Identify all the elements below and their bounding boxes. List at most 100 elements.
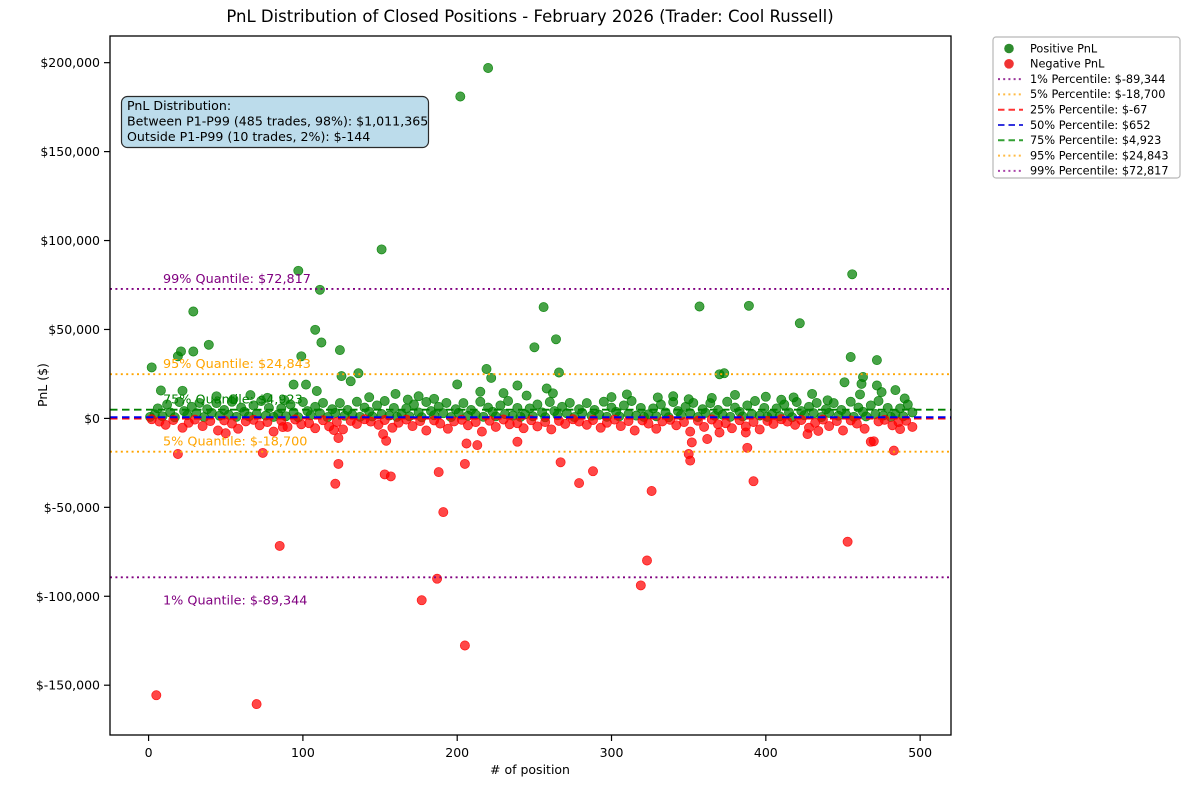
scatter-point: [865, 436, 876, 447]
scatter-point: [503, 396, 514, 406]
y-axis-label: PnL ($): [35, 363, 50, 407]
scatter-point: [512, 402, 523, 413]
legend: Positive PnL Negative PnL 1% Percentile: $…: [992, 36, 1181, 179]
scatter-point: [748, 476, 759, 487]
scatter-point: [288, 379, 299, 390]
legend-item-label: 50% Percentile: $652: [1030, 119, 1151, 132]
scatter-point: [722, 396, 733, 407]
scatter-point: [388, 402, 399, 413]
scatter-point: [705, 398, 716, 409]
scatter-point: [472, 440, 483, 451]
scatter-point: [333, 458, 344, 469]
scatter-point: [581, 398, 592, 409]
legend-item-label: 5% Percentile: $-18,700: [1030, 88, 1165, 101]
scatter-point: [151, 690, 162, 701]
x-axis-label: # of position: [490, 762, 570, 777]
scatter-point: [203, 339, 214, 350]
scatter-point: [441, 397, 452, 408]
scatter-point: [699, 421, 710, 432]
scatter-point: [642, 555, 652, 566]
scatter-point: [646, 486, 657, 496]
scatter-point: [376, 244, 387, 255]
legend-marker-dot: [1004, 43, 1014, 54]
scatter-point: [714, 427, 725, 438]
y-tick-label: $-100,000: [36, 589, 100, 604]
scatter-point: [338, 424, 348, 435]
scatter-point: [760, 391, 771, 402]
scatter-point: [685, 426, 696, 437]
scatter-point: [379, 469, 390, 480]
scatter-point: [855, 389, 865, 400]
scatter-point: [859, 423, 870, 434]
y-tick-label: $150,000: [40, 144, 100, 159]
y-tick-label: $-150,000: [36, 678, 100, 693]
annotation-line: Outside P1-P99 (10 trades, 2%): $-144: [127, 129, 370, 144]
scatter-point: [588, 466, 598, 477]
scatter-point: [813, 425, 824, 436]
scatter-point: [643, 418, 654, 429]
scatter-point: [828, 398, 839, 409]
scatter-point: [839, 377, 850, 388]
scatter-point: [882, 402, 893, 413]
scatter-point: [316, 337, 327, 348]
scatter-point: [554, 367, 564, 378]
scatter-point: [890, 385, 901, 396]
scatter-point: [310, 423, 321, 434]
scatter-point: [871, 355, 882, 366]
scatter-point: [544, 397, 555, 407]
scatter-point: [856, 378, 867, 389]
scatter-point: [564, 397, 575, 408]
scatter-point: [811, 397, 822, 408]
scatter-point: [635, 580, 646, 591]
scatter-point: [345, 376, 356, 387]
scatter-point: [555, 457, 566, 468]
y-tick-label: $200,000: [40, 55, 100, 70]
scatter-point: [847, 269, 858, 280]
chart-title: PnL Distribution of Closed Positions - F…: [226, 7, 833, 26]
annotation-line: Between P1-P99 (485 trades, 98%): $1,011…: [127, 114, 428, 129]
scatter-point: [481, 364, 492, 374]
scatter-point: [626, 396, 637, 406]
scatter-point: [461, 438, 472, 449]
scatter-point: [842, 536, 853, 547]
scatter-point: [686, 437, 697, 448]
x-tick-label: 300: [600, 745, 624, 760]
scatter-point: [188, 306, 199, 317]
scatter-point: [333, 433, 344, 443]
scatter-point: [845, 396, 856, 407]
scatter-point: [547, 388, 558, 399]
scatter-point: [876, 387, 887, 398]
scatter-point: [433, 467, 444, 478]
scatter-point: [838, 425, 848, 436]
y-tick-label: $-50,000: [44, 500, 100, 515]
scatter-point: [458, 398, 469, 409]
scatter-point: [512, 380, 523, 391]
scatter-point: [475, 396, 486, 407]
scatter-point: [475, 386, 486, 397]
legend-item-label: Positive PnL: [1030, 42, 1098, 55]
scatter-point: [546, 424, 557, 435]
scatter-point: [351, 396, 362, 407]
scatter-point: [334, 398, 345, 409]
scatter-point: [743, 300, 754, 311]
scatter-point: [364, 392, 375, 403]
scatter-point: [490, 421, 501, 432]
quantile-label-99%: 99% Quantile: $72,817: [163, 272, 311, 287]
x-tick-label: 200: [445, 745, 469, 760]
scatter-point: [794, 318, 805, 329]
scatter-point: [750, 396, 760, 406]
plot-area: 1% Quantile: $-89,344 5% Quantile: $-18,7…: [36, 35, 952, 760]
scatter-point: [538, 302, 549, 313]
scatter-point: [694, 301, 705, 312]
scatter-point: [301, 379, 311, 390]
quantile-label-95%: 95% Quantile: $24,843: [163, 357, 311, 372]
quantile-label-1%: 1% Quantile: $-89,344: [163, 593, 307, 608]
scatter-point: [442, 423, 453, 434]
scatter-point: [521, 390, 532, 401]
y-tick-label: $50,000: [48, 322, 100, 337]
legend-item-label: 99% Percentile: $72,817: [1030, 165, 1169, 178]
scatter-point: [390, 388, 401, 399]
legend-item-label: 95% Percentile: $24,843: [1030, 149, 1169, 162]
scatter-point: [233, 423, 244, 434]
scatter-point: [888, 445, 899, 456]
